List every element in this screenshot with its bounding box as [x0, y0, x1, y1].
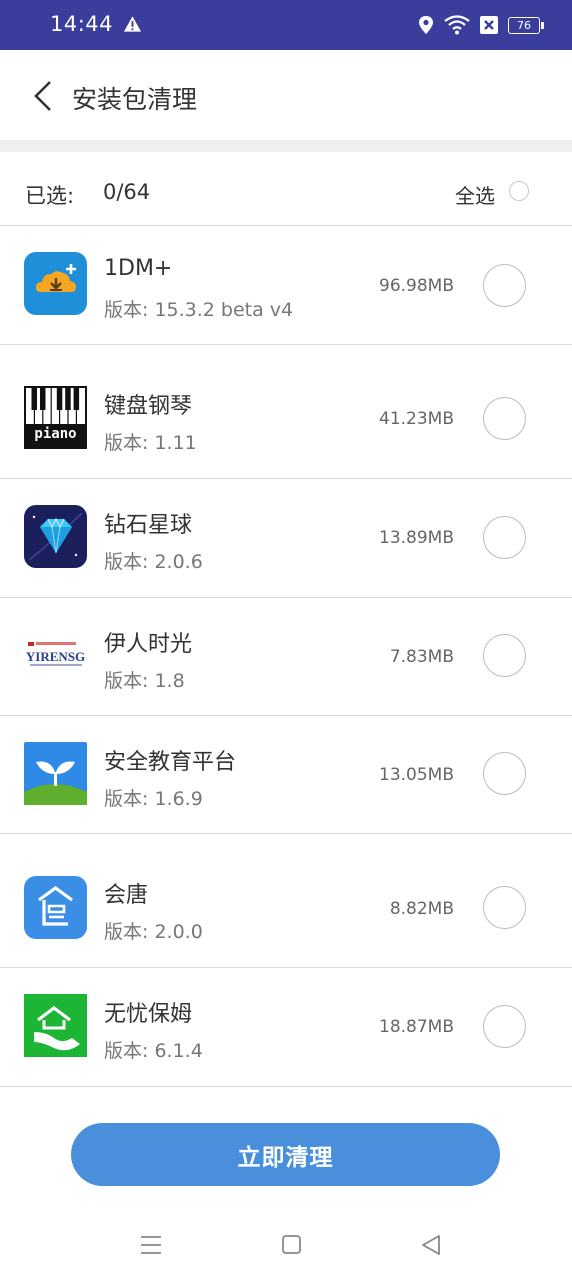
selection-bar: 已选: 0/64 全选 — [0, 152, 572, 226]
warning-icon — [123, 16, 142, 32]
back-icon[interactable] — [420, 1234, 442, 1256]
list-item[interactable]: 会唐 版本: 2.0.0 8.82MB — [0, 834, 572, 968]
app-header: 安装包清理 — [0, 50, 572, 140]
app-name: 安全教育平台 — [104, 750, 237, 775]
list-item[interactable]: 钻石星球 版本: 2.0.6 13.89MB — [0, 479, 572, 598]
yirensg-logo: YIRENSG — [24, 624, 87, 687]
app-name: 键盘钢琴 — [104, 394, 193, 419]
app-name: 1DM+ — [104, 256, 173, 281]
list-item[interactable]: 1DM+ 版本: 15.3.2 beta v4 96.98MB — [0, 226, 572, 345]
selected-count: 0/64 — [103, 180, 151, 204]
select-all-label[interactable]: 全选 — [455, 180, 495, 209]
app-name: 无忧保姆 — [104, 1002, 193, 1027]
app-version: 版本: 6.1.4 — [104, 1040, 203, 1062]
piano-icon-text: piano — [34, 426, 77, 442]
list-item[interactable]: 安全教育平台 版本: 1.6.9 13.05MB — [0, 716, 572, 834]
app-size: 41.23MB — [379, 409, 454, 429]
app-size: 96.98MB — [379, 276, 454, 296]
sprout-icon — [24, 742, 87, 805]
battery-level: 76 — [517, 18, 531, 32]
status-icons: 76 — [418, 13, 544, 37]
select-checkbox[interactable] — [483, 264, 526, 307]
select-all-checkbox[interactable] — [509, 181, 529, 201]
1dm-download-icon — [24, 252, 87, 315]
location-icon — [419, 16, 433, 34]
select-checkbox[interactable] — [483, 634, 526, 677]
app-size: 18.87MB — [379, 1017, 454, 1037]
list-item[interactable]: 无忧保姆 版本: 6.1.4 18.87MB — [0, 968, 572, 1087]
app-size: 7.83MB — [389, 647, 454, 667]
list-item[interactable]: YIRENSG 伊人时光 版本: 1.8 7.83MB — [0, 598, 572, 716]
menu-icon[interactable] — [140, 1235, 162, 1255]
page-title: 安装包清理 — [72, 85, 198, 114]
piano-icon: piano — [24, 386, 87, 449]
status-time: 14:44 — [50, 12, 114, 36]
app-name: 伊人时光 — [104, 632, 193, 657]
status-bar: 14:44 76 — [0, 0, 572, 50]
select-checkbox[interactable] — [483, 516, 526, 559]
nanny-house-icon — [24, 994, 87, 1057]
select-checkbox[interactable] — [483, 886, 526, 929]
app-name: 钻石星球 — [104, 513, 193, 538]
wifi-icon — [444, 15, 470, 35]
app-version: 版本: 1.8 — [104, 670, 185, 692]
app-version: 版本: 1.6.9 — [104, 788, 203, 810]
diamond-icon — [24, 505, 87, 568]
app-size: 8.82MB — [389, 899, 454, 919]
yirensg-logo-text: YIRENSG — [25, 649, 86, 664]
home-icon[interactable] — [282, 1235, 301, 1254]
select-checkbox[interactable] — [483, 1005, 526, 1048]
list-item[interactable]: piano 键盘钢琴 版本: 1.11 41.23MB — [0, 345, 572, 479]
sim-blocked-icon — [480, 16, 498, 34]
select-checkbox[interactable] — [483, 752, 526, 795]
app-version: 版本: 2.0.0 — [104, 921, 203, 943]
app-size: 13.05MB — [379, 765, 454, 785]
clean-now-button[interactable]: 立即清理 — [71, 1123, 500, 1186]
chevron-left-icon[interactable] — [30, 80, 56, 112]
select-checkbox[interactable] — [483, 397, 526, 440]
battery-icon: 76 — [508, 16, 544, 34]
section-divider — [0, 140, 572, 152]
app-name: 会唐 — [104, 883, 149, 908]
app-version: 版本: 1.11 — [104, 432, 197, 454]
selected-label: 已选: — [25, 184, 75, 208]
app-version: 版本: 2.0.6 — [104, 551, 203, 573]
app-version: 版本: 15.3.2 beta v4 — [104, 299, 294, 321]
app-size: 13.89MB — [379, 528, 454, 548]
huitang-icon — [24, 876, 87, 939]
